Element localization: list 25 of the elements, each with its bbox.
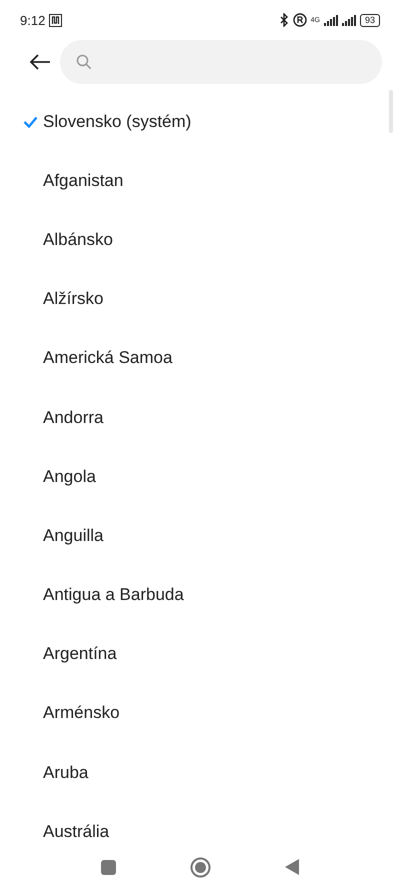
country-item[interactable]: Austrália	[43, 822, 110, 842]
country-item[interactable]: Antigua a Barbuda	[43, 585, 184, 606]
signal-icon	[324, 14, 338, 26]
search-icon	[76, 54, 92, 70]
country-item[interactable]: Angola	[43, 466, 96, 487]
registered-icon	[292, 13, 307, 27]
back-nav-button[interactable]	[285, 859, 299, 875]
country-item[interactable]: Slovensko (systém)	[43, 112, 192, 132]
bluetooth-icon	[280, 13, 289, 27]
status-time: 9:12	[20, 12, 46, 28]
country-item[interactable]: Aruba	[43, 762, 88, 783]
country-item[interactable]: Alžírsko	[43, 289, 104, 310]
country-item[interactable]: Anguilla	[43, 526, 104, 546]
country-item[interactable]: Arménsko	[43, 703, 120, 724]
country-item[interactable]: Argentína	[43, 644, 117, 664]
country-item[interactable]: Albánsko	[43, 230, 113, 250]
nfc-icon	[49, 14, 62, 26]
battery-indicator: 93	[360, 14, 380, 26]
home-button[interactable]	[190, 856, 211, 878]
country-item[interactable]: Afganistan	[43, 170, 124, 191]
signal-icon	[342, 14, 356, 26]
recents-button[interactable]	[101, 860, 116, 874]
country-item[interactable]: Andorra	[43, 408, 104, 428]
search-field[interactable]	[60, 40, 382, 84]
country-item[interactable]: Americká Samoa	[43, 348, 172, 368]
